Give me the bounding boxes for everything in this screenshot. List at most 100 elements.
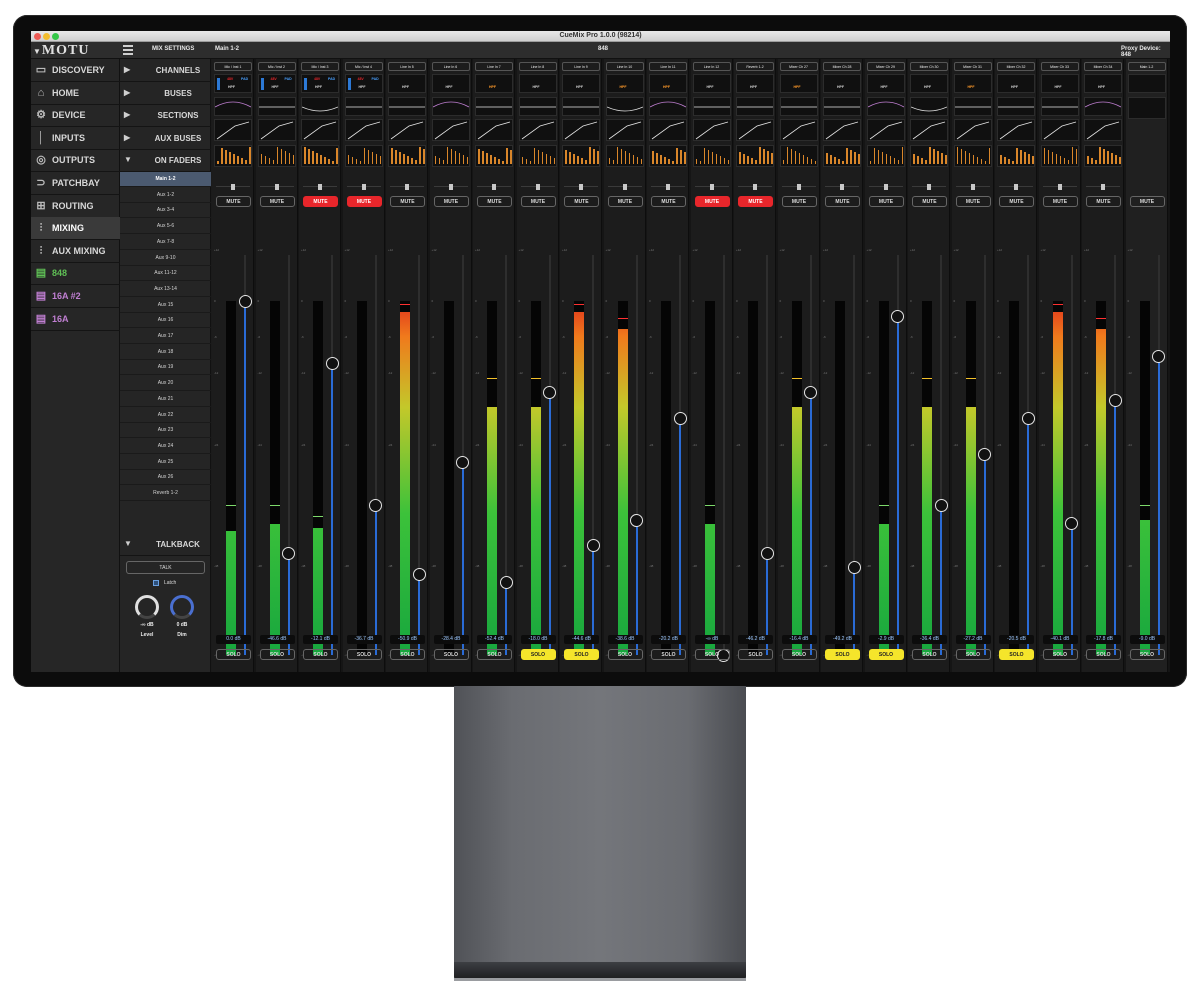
pan-slider[interactable] — [1086, 184, 1120, 190]
hpf-label[interactable]: HPF — [1055, 85, 1062, 89]
dynamics-curve[interactable] — [388, 119, 426, 141]
hpf-label[interactable]: HPF — [446, 85, 453, 89]
pan-slider[interactable] — [390, 184, 424, 190]
pan-slider[interactable] — [216, 184, 250, 190]
eq-curve[interactable] — [214, 97, 252, 116]
phantom-power-label[interactable]: 48V — [227, 77, 233, 81]
preamp-section[interactable]: HPF — [518, 74, 557, 93]
channel-name[interactable]: Line In 11 — [649, 62, 687, 71]
preamp-section[interactable]: HPF — [823, 74, 861, 93]
pan-handle[interactable] — [405, 184, 409, 190]
hpf-label[interactable]: HPF — [576, 85, 583, 89]
dynamics-curve[interactable] — [1040, 119, 1079, 141]
fader-knob[interactable] — [630, 513, 643, 527]
pan-handle[interactable] — [883, 184, 888, 190]
eq-curve[interactable] — [344, 97, 383, 116]
hpf-label[interactable]: HPF — [620, 85, 627, 89]
hpf-label[interactable]: HPF — [315, 85, 322, 89]
nav-item-routing[interactable]: ⊞ ROUTING — [31, 195, 120, 218]
pan-handle[interactable] — [448, 184, 453, 190]
channel-name[interactable]: Mic / Inst 4 — [344, 62, 383, 71]
fader-knob[interactable] — [1152, 350, 1165, 364]
dynamics-curve[interactable] — [605, 119, 644, 141]
nav-item-discovery[interactable]: ▭ DISCOVERY — [31, 59, 120, 82]
channel-name[interactable]: Reverb 1-2 — [736, 62, 774, 71]
pan-slider[interactable] — [259, 184, 294, 190]
pan-slider[interactable] — [781, 184, 816, 190]
channel-name[interactable]: Mixer Ch 28 — [823, 62, 861, 71]
eq-curve[interactable] — [301, 97, 339, 116]
preamp-section[interactable]: HPF — [997, 74, 1035, 93]
on-faders-item[interactable]: Aux 23 — [120, 423, 211, 439]
solo-button[interactable]: SOLO — [607, 649, 643, 660]
fader-knob[interactable] — [934, 499, 948, 513]
solo-button[interactable]: SOLO — [825, 649, 860, 660]
fader-value[interactable]: -46.6 dB — [259, 635, 295, 644]
pan-slider[interactable] — [607, 184, 642, 190]
pan-handle[interactable] — [1057, 184, 1062, 190]
section-sections[interactable]: ▶ SECTIONS — [120, 104, 211, 128]
preamp-section[interactable]: 48V PAD HPF — [257, 74, 296, 93]
fader-value[interactable]: -20.2 dB — [651, 635, 686, 644]
fader-value[interactable]: -18.0 dB — [520, 635, 556, 644]
fader-value[interactable]: -27.2 dB — [955, 635, 991, 644]
mute-button[interactable]: MUTE — [259, 196, 295, 207]
hpf-label[interactable]: HPF — [272, 85, 279, 89]
mute-button[interactable]: MUTE — [1086, 196, 1121, 207]
pan-slider[interactable] — [303, 184, 337, 190]
mute-button[interactable]: MUTE — [694, 196, 730, 207]
fader-value[interactable]: -17.8 dB — [1086, 635, 1121, 644]
solo-button[interactable]: SOLO — [955, 649, 991, 660]
on-faders-item[interactable]: Aux 25 — [120, 455, 211, 470]
logo-arrow-icon[interactable]: ▼ — [33, 47, 42, 56]
solo-button[interactable]: SOLO — [912, 649, 947, 660]
pan-handle[interactable] — [579, 184, 583, 190]
nav-item-16a-2[interactable]: ▤ 16A #2 — [31, 285, 120, 308]
pan-slider[interactable] — [694, 184, 729, 190]
preamp-section[interactable]: HPF — [1084, 74, 1122, 93]
pan-handle[interactable] — [666, 184, 670, 190]
mute-button[interactable]: MUTE — [1042, 196, 1078, 207]
hpf-label[interactable]: HPF — [837, 85, 844, 89]
solo-button[interactable]: SOLO — [346, 649, 382, 660]
mute-button[interactable]: MUTE — [390, 196, 425, 207]
channel-name[interactable]: Mixer Ch 32 — [997, 62, 1035, 71]
mute-button[interactable]: MUTE — [303, 196, 338, 207]
solo-button[interactable]: SOLO — [390, 649, 425, 660]
hpf-label[interactable]: HPF — [968, 85, 975, 89]
mute-button[interactable]: MUTE — [738, 196, 773, 207]
fader-value[interactable]: -40.1 dB — [1042, 635, 1078, 644]
solo-button[interactable]: SOLO — [259, 649, 295, 660]
hpf-label[interactable]: HPF — [924, 85, 931, 89]
channel-name[interactable]: Line In 7 — [475, 62, 513, 71]
on-faders-item[interactable]: Aux 5-6 — [120, 219, 211, 235]
channel-name[interactable]: Mic / Inst 1 — [214, 62, 252, 71]
channel-name[interactable]: Mixer Ch 27 — [779, 62, 818, 71]
phantom-power-label[interactable]: 48V — [358, 77, 364, 81]
fader-value[interactable]: -36.4 dB — [912, 635, 947, 644]
preamp-section[interactable]: HPF — [562, 74, 600, 93]
hpf-label[interactable]: HPF — [228, 85, 235, 89]
hpf-label[interactable]: HPF — [750, 85, 757, 89]
hpf-label[interactable]: HPF — [1098, 85, 1105, 89]
fader-value[interactable]: -12.1 dB — [303, 635, 338, 644]
section-talkback[interactable]: ▼ TALKBACK — [120, 533, 211, 556]
on-faders-item[interactable]: Aux 13-14 — [120, 282, 211, 297]
dynamics-curve[interactable] — [214, 119, 252, 141]
eq-curve[interactable] — [518, 97, 557, 116]
preamp-section[interactable]: HPF — [475, 74, 513, 93]
fader-knob[interactable] — [456, 455, 469, 469]
nav-item-inputs[interactable]: │ INPUTS — [31, 127, 120, 150]
dynamics-curve[interactable] — [1084, 119, 1122, 141]
hpf-label[interactable]: HPF — [1011, 85, 1018, 89]
hpf-label[interactable]: HPF — [794, 85, 801, 89]
channel-name[interactable]: Line In 10 — [605, 62, 644, 71]
eq-curve[interactable] — [953, 97, 992, 116]
channel-name[interactable]: Mixer Ch 30 — [910, 62, 948, 71]
pan-slider[interactable] — [477, 184, 511, 190]
dynamics-curve[interactable] — [344, 119, 383, 141]
preamp-section[interactable]: 48V PAD HPF — [301, 74, 339, 93]
on-faders-item[interactable]: Aux 16 — [120, 313, 211, 329]
on-faders-item[interactable]: Aux 3-4 — [120, 203, 211, 219]
nav-item-patchbay[interactable]: ⊃ PATCHBAY — [31, 172, 120, 195]
